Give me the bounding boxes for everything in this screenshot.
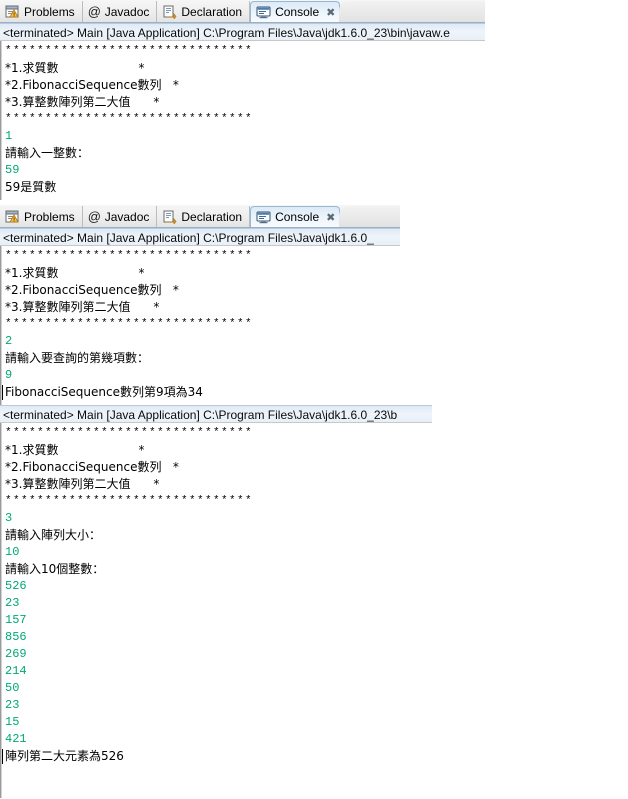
console-line: 23: [5, 698, 20, 712]
declaration-icon: [162, 210, 177, 224]
close-icon[interactable]: ✖: [326, 212, 335, 223]
console-line: *******************************: [5, 318, 254, 330]
console-line: *2.FibonacciSequence數列 *: [5, 460, 179, 474]
console-line: 269: [5, 647, 27, 661]
console-line: 421: [5, 732, 27, 746]
console-line: 1: [5, 129, 13, 143]
console-line: 23: [5, 596, 20, 610]
problems-icon: [5, 210, 20, 224]
tab-label: Console: [275, 5, 320, 19]
view-tab-strip-2[interactable]: Problems @ Javadoc Declaration Console ✖: [0, 205, 400, 228]
console-line: FibonacciSequence數列第9項為34: [2, 384, 400, 401]
console-line: 請輸入一整數：: [5, 146, 90, 160]
console-line: 526: [5, 579, 27, 593]
tab-problems[interactable]: Problems: [0, 1, 83, 22]
console-line: 856: [5, 630, 27, 644]
console-output-2[interactable]: ******************************* *1.求質數 * *…: [0, 246, 400, 407]
tab-label: Problems: [24, 4, 75, 19]
process-line-3: <terminated> Main [Java Application] C:\…: [0, 405, 432, 423]
console-line: *1.求質數 *: [5, 443, 145, 457]
tab-javadoc[interactable]: @ Javadoc: [83, 206, 158, 227]
tab-declaration[interactable]: Declaration: [157, 1, 251, 22]
console-line: 3: [5, 511, 13, 525]
console-panel-fibonacci: Problems @ Javadoc Declaration Console ✖ <ter…: [0, 205, 400, 407]
tab-strip-filler: [339, 1, 485, 22]
console-line: 59是質數: [5, 180, 57, 194]
console-line: *3.算整數陣列第二大值 *: [5, 477, 160, 491]
tab-strip-filler: [339, 206, 400, 227]
javadoc-icon: @: [87, 208, 101, 224]
console-line: *******************************: [5, 427, 254, 439]
console-line: *3.算整數陣列第二大值 *: [5, 300, 160, 314]
console-line: 10: [5, 545, 20, 559]
close-icon[interactable]: ✖: [326, 7, 335, 18]
tab-problems[interactable]: Problems: [0, 206, 83, 227]
tab-label: Console: [275, 210, 320, 224]
tab-label: Javadoc: [104, 209, 150, 224]
tab-label: Declaration: [181, 4, 243, 19]
tab-label: Javadoc: [104, 4, 150, 19]
console-panel-second-largest: <terminated> Main [Java Application] C:\…: [0, 405, 432, 799]
console-line: 請輸入陣列大小：: [5, 528, 102, 542]
console-line: *******************************: [5, 45, 254, 57]
console-line: *******************************: [5, 113, 254, 125]
tab-label: Declaration: [181, 209, 243, 224]
tab-console[interactable]: Console ✖: [250, 206, 341, 227]
javadoc-icon: @: [87, 3, 101, 19]
console-icon: [256, 210, 271, 224]
console-line: 157: [5, 613, 27, 627]
console-line: 9: [5, 368, 13, 382]
console-icon: [256, 5, 271, 19]
tab-javadoc[interactable]: @ Javadoc: [83, 1, 158, 22]
console-line: *2.FibonacciSequence數列 *: [5, 78, 179, 92]
console-line: *2.FibonacciSequence數列 *: [5, 283, 179, 297]
tab-declaration[interactable]: Declaration: [157, 206, 251, 227]
view-tab-strip-1[interactable]: Problems @ Javadoc Declaration Console ✖: [0, 0, 485, 23]
console-line: *1.求質數 *: [5, 266, 145, 280]
console-line: *1.求質數 *: [5, 61, 145, 75]
console-line: 59: [5, 163, 20, 177]
tab-label: Problems: [24, 209, 75, 224]
process-line-2: <terminated> Main [Java Application] C:\…: [0, 228, 400, 246]
tab-console[interactable]: Console ✖: [250, 1, 341, 22]
console-line: *******************************: [5, 250, 254, 262]
console-output-3[interactable]: ******************************* *1.求質數 * *…: [0, 423, 432, 798]
console-line: 50: [5, 681, 20, 695]
console-panel-prime: Problems @ Javadoc Declaration Console ✖ <ter…: [0, 0, 485, 200]
console-line: 15: [5, 715, 20, 729]
problems-icon: [5, 5, 20, 19]
console-line: 請輸入10個整數：: [5, 562, 105, 576]
console-output-1[interactable]: ******************************* *1.求質數 * *…: [0, 41, 485, 200]
console-line: 陣列第二大元素為526: [2, 748, 432, 765]
console-line: *3.算整數陣列第二大值 *: [5, 95, 160, 109]
console-line: 214: [5, 664, 27, 678]
console-line: 請輸入要查詢的第幾項數：: [5, 351, 150, 365]
declaration-icon: [162, 5, 177, 19]
console-line: *******************************: [5, 495, 254, 507]
process-line-1: <terminated> Main [Java Application] C:\…: [0, 23, 485, 41]
console-line: 2: [5, 334, 13, 348]
